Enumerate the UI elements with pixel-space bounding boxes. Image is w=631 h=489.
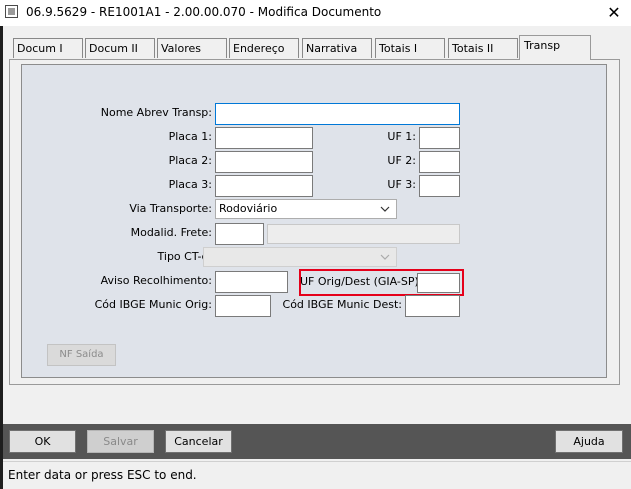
modalid-frete-desc [267, 224, 460, 244]
cod-ibge-orig-label: Cód IBGE Munic Orig: [94, 298, 212, 311]
uf2-label: UF 2: [387, 154, 416, 167]
nome-abrev-transp-input[interactable] [215, 103, 460, 125]
cancelar-button[interactable]: Cancelar [165, 430, 232, 453]
placa2-label: Placa 2: [168, 154, 212, 167]
via-transporte-select[interactable]: Rodoviário [215, 199, 397, 219]
uf1-input[interactable] [419, 127, 460, 149]
ok-button[interactable]: OK [9, 430, 76, 453]
modalid-frete-input[interactable] [215, 223, 264, 245]
aviso-recolhimento-label: Aviso Recolhimento: [100, 274, 212, 287]
close-icon[interactable]: ✕ [602, 3, 626, 23]
uf3-input[interactable] [419, 175, 460, 197]
ajuda-button[interactable]: Ajuda [555, 430, 623, 453]
tab-valores[interactable]: Valores [157, 38, 227, 58]
chevron-down-icon [380, 206, 390, 212]
status-text: Enter data or press ESC to end. [8, 468, 197, 482]
tab-narrativa[interactable]: Narrativa [302, 38, 372, 58]
tab-endereco[interactable]: Endereço [229, 38, 299, 58]
uf2-input[interactable] [419, 151, 460, 173]
uf-orig-dest-label: UF Orig/Dest (GIA-SP): [300, 275, 423, 288]
placa2-input[interactable] [215, 151, 313, 173]
placa3-label: Placa 3: [168, 178, 212, 191]
uf3-label: UF 3: [387, 178, 416, 191]
placa1-label: Placa 1: [168, 130, 212, 143]
modalid-frete-label: Modalid. Frete: [130, 226, 212, 239]
tab-docum-i[interactable]: Docum I [13, 38, 83, 58]
via-transporte-label: Via Transporte: [129, 202, 212, 215]
nf-saida-button: NF Saída [47, 344, 116, 366]
via-transporte-value: Rodoviário [219, 202, 278, 215]
cod-ibge-dest-label: Cód IBGE Munic Dest: [282, 298, 402, 311]
window-edge [0, 26, 3, 489]
tab-transp[interactable]: Transp [519, 35, 591, 60]
tab-totais-ii[interactable]: Totais II [448, 38, 518, 58]
tab-totais-i[interactable]: Totais I [375, 38, 445, 58]
placa1-input[interactable] [215, 127, 313, 149]
tipo-cte-select [203, 247, 397, 267]
app-icon [5, 5, 18, 18]
cod-ibge-orig-input[interactable] [215, 295, 271, 317]
uf1-label: UF 1: [387, 130, 416, 143]
cod-ibge-dest-input[interactable] [405, 295, 460, 317]
uf-orig-dest-input[interactable] [417, 273, 460, 293]
salvar-button: Salvar [87, 430, 154, 453]
chevron-down-icon [380, 254, 390, 260]
placa3-input[interactable] [215, 175, 313, 197]
tipo-cte-label: Tipo CT-e: [157, 250, 212, 263]
window-title: 06.9.5629 - RE1001A1 - 2.00.00.070 - Mod… [26, 5, 382, 19]
aviso-recolhimento-input[interactable] [215, 271, 288, 293]
nome-abrev-transp-label: Nome Abrev Transp: [100, 106, 212, 119]
tab-docum-ii[interactable]: Docum II [85, 38, 155, 58]
